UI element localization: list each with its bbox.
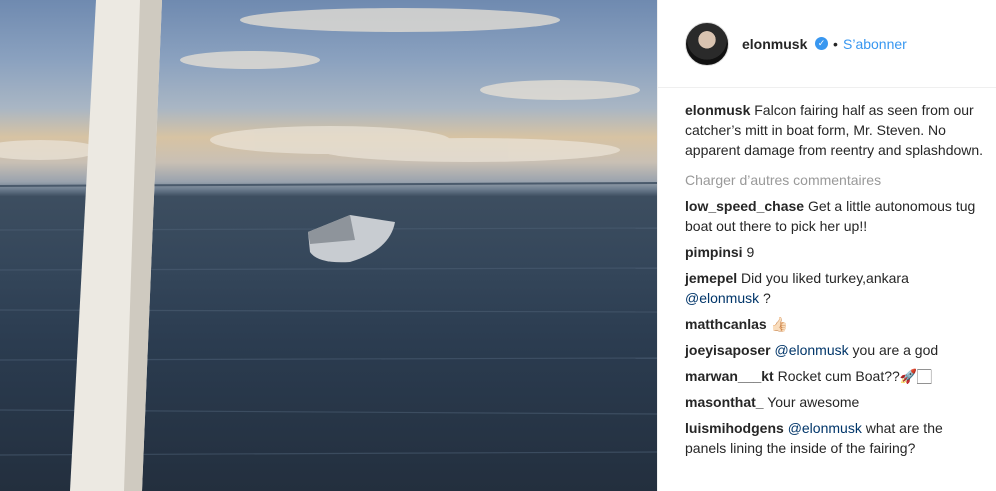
comment-row: pimpinsi 9 [685, 242, 985, 262]
caption-username[interactable]: elonmusk [685, 102, 750, 118]
comment-row: luismihodgens @elonmusk what are the pan… [685, 418, 985, 458]
cloud [0, 140, 100, 160]
comment-row: low_speed_chase Get a little autonomous … [685, 196, 985, 236]
post-header: elonmusk ✓ • S’abonner [658, 0, 996, 88]
post-sidebar: elonmusk ✓ • S’abonner elonmusk Falcon f… [658, 0, 996, 491]
comment-text-after: ? [759, 290, 771, 306]
follow-button[interactable]: S’abonner [843, 36, 907, 52]
cloud [180, 51, 320, 69]
photo-scene [0, 0, 657, 491]
comment-mention[interactable]: @elonmusk [775, 342, 849, 358]
comments-list: elonmusk Falcon fairing half as seen fro… [685, 100, 985, 464]
cloud [480, 80, 640, 100]
comment-row: matthcanlas 👍🏻 [685, 314, 985, 334]
comment-text: 👍🏻 [770, 316, 789, 332]
comment-row: jemepel Did you liked turkey,ankara @elo… [685, 268, 985, 308]
comment-row: masonthat_ Your awesome [685, 392, 985, 412]
avatar[interactable] [685, 22, 729, 66]
comment-text: Your awesome [767, 394, 860, 410]
comment-row: joeyisaposer @elonmusk you are a god [685, 340, 985, 360]
comment-text: 9 [746, 244, 755, 260]
verified-badge-icon: ✓ [815, 37, 828, 50]
comment-text-after: you are a god [848, 342, 939, 358]
load-more-comments-button[interactable]: Charger d’autres commentaires [685, 170, 985, 190]
comment-username[interactable]: joeyisaposer [685, 342, 771, 358]
comment-username[interactable]: jemepel [685, 270, 737, 286]
caption: elonmusk Falcon fairing half as seen fro… [685, 100, 985, 160]
fairing-inner [308, 215, 355, 244]
comment-row: marwan___kt Rocket cum Boat??🚀🏻 [685, 366, 985, 386]
comment-username[interactable]: matthcanlas [685, 316, 767, 332]
author-username[interactable]: elonmusk [742, 36, 807, 52]
comment-username[interactable]: masonthat_ [685, 394, 764, 410]
comment-mention[interactable]: @elonmusk [788, 420, 862, 436]
comment-username[interactable]: pimpinsi [685, 244, 743, 260]
comment-text: Rocket cum Boat??🚀🏻 [777, 368, 932, 384]
comment-mention[interactable]: @elonmusk [685, 290, 759, 306]
comment-text: Did you liked turkey,ankara [741, 270, 909, 286]
separator: • [833, 36, 838, 52]
post-photo[interactable] [0, 0, 657, 491]
cloud [320, 138, 620, 162]
comment-username[interactable]: marwan___kt [685, 368, 774, 384]
cloud [240, 8, 560, 32]
comment-username[interactable]: luismihodgens [685, 420, 784, 436]
comment-username[interactable]: low_speed_chase [685, 198, 804, 214]
